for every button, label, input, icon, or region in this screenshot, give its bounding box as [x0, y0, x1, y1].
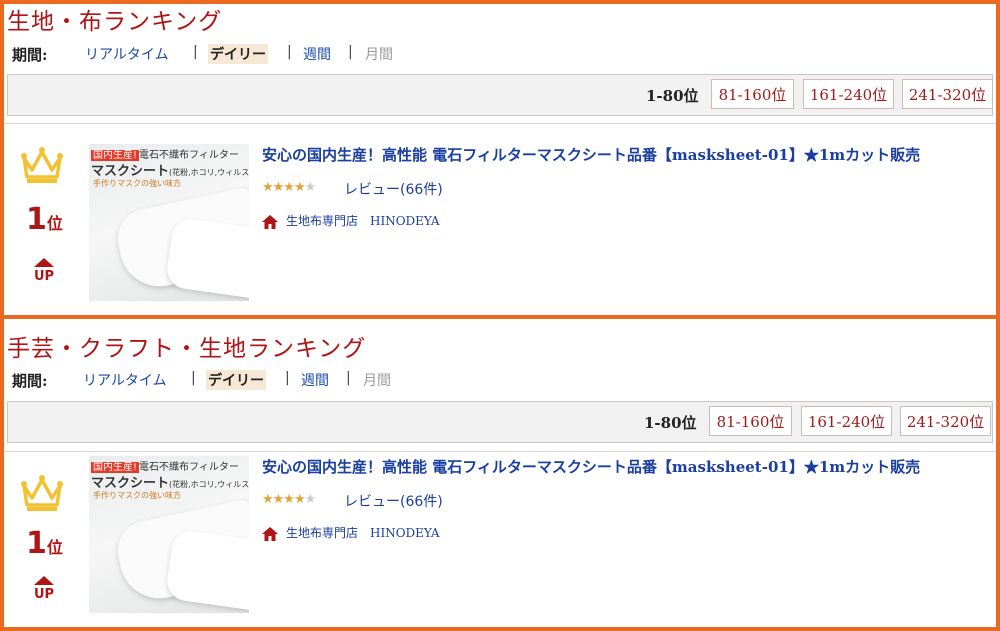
home-icon — [262, 214, 278, 229]
product-image[interactable]: 国内生産! 電石不織布フィルター マスクシート(花粉,ホコリ,ウィルス) 手作りマ… — [89, 144, 249, 301]
rank-number: 1位 — [26, 526, 63, 561]
star-icon: ★ — [304, 492, 317, 507]
pagination-link[interactable]: 81-160位 — [709, 406, 792, 436]
period-monthly-link: 月間 — [365, 47, 393, 63]
period-selector: 期間: リアルタイム | デイリー | 週間 | 月間 — [12, 44, 393, 65]
divider: | — [193, 44, 198, 60]
pagination-link[interactable]: 81-160位 — [711, 79, 794, 109]
up-arrow-icon — [34, 576, 54, 585]
divider: | — [285, 370, 290, 386]
divider: | — [191, 370, 196, 386]
period-realtime-link[interactable]: リアルタイム — [85, 44, 169, 64]
product-title-link[interactable]: 安心の国内生産！高性能 電石フィルターマスクシート品番【masksheet-01… — [262, 456, 920, 477]
crown-icon — [21, 147, 63, 183]
shop-link[interactable]: 生地布専門店 HINODEYA — [262, 524, 440, 541]
up-arrow-icon — [34, 258, 54, 267]
review-link[interactable]: レビュー(66件) — [344, 179, 443, 199]
period-realtime-link[interactable]: リアルタイム — [83, 370, 167, 390]
section-title: 手芸・クラフト・生地ランキング — [7, 336, 367, 362]
ranking-item: 1位 UP 国内生産! 電石不織布フィルター マスクシート(花粉,ホコリ,ウィルス… — [4, 452, 996, 627]
pagination-link[interactable]: 241-320位 — [902, 79, 993, 109]
pagination-bar: 1-80位 81-160位 161-240位 241-320位 — [7, 401, 993, 443]
period-monthly-link: 月間 — [363, 373, 391, 389]
ranking-panel-craft: 手芸・クラフト・生地ランキング 期間: リアルタイム | デイリー | 週間 |… — [0, 319, 1000, 631]
rank-up-indicator: UP — [32, 258, 56, 284]
pagination-link[interactable]: 161-240位 — [803, 79, 894, 109]
period-label: 期間: — [12, 372, 48, 390]
pagination-link[interactable]: 161-240位 — [801, 406, 892, 436]
period-label: 期間: — [12, 46, 48, 64]
divider: | — [346, 370, 351, 386]
pagination-current: 1-80位 — [644, 414, 697, 432]
crown-icon — [21, 475, 63, 511]
period-selector: 期間: リアルタイム | デイリー | 週間 | 月間 — [12, 370, 391, 391]
divider: | — [348, 44, 353, 60]
shop-link[interactable]: 生地布専門店 HINODEYA — [262, 212, 440, 229]
rating-stars: ★★★★★ — [262, 492, 317, 507]
period-daily-tab[interactable]: デイリー — [206, 370, 266, 390]
period-weekly-link[interactable]: 週間 — [301, 370, 329, 390]
home-icon — [262, 526, 278, 541]
rating-stars: ★★★★★ — [262, 180, 317, 195]
pagination-link[interactable]: 241-320位 — [900, 406, 991, 436]
ranking-item: 1位 UP 国内生産! 電石不織布フィルター マスクシート(花粉,ホコリ,ウィルス… — [4, 124, 996, 314]
review-link[interactable]: レビュー(66件) — [344, 491, 443, 511]
divider: | — [287, 44, 292, 60]
period-weekly-link[interactable]: 週間 — [303, 44, 331, 64]
product-title-link[interactable]: 安心の国内生産！高性能 電石フィルターマスクシート品番【masksheet-01… — [262, 144, 920, 165]
pagination-bar: 1-80位 81-160位 161-240位 241-320位 — [7, 74, 993, 116]
period-daily-tab[interactable]: デイリー — [208, 44, 268, 64]
product-image[interactable]: 国内生産! 電石不織布フィルター マスクシート(花粉,ホコリ,ウィルス) 手作りマ… — [89, 456, 249, 613]
rank-number: 1位 — [26, 202, 63, 237]
rank-up-indicator: UP — [32, 576, 56, 602]
ranking-panel-fabric: 生地・布ランキング 期間: リアルタイム | デイリー | 週間 | 月間 1-… — [0, 0, 1000, 319]
section-title: 生地・布ランキング — [7, 9, 223, 35]
star-icon: ★ — [304, 180, 317, 195]
pagination-current: 1-80位 — [646, 87, 699, 105]
